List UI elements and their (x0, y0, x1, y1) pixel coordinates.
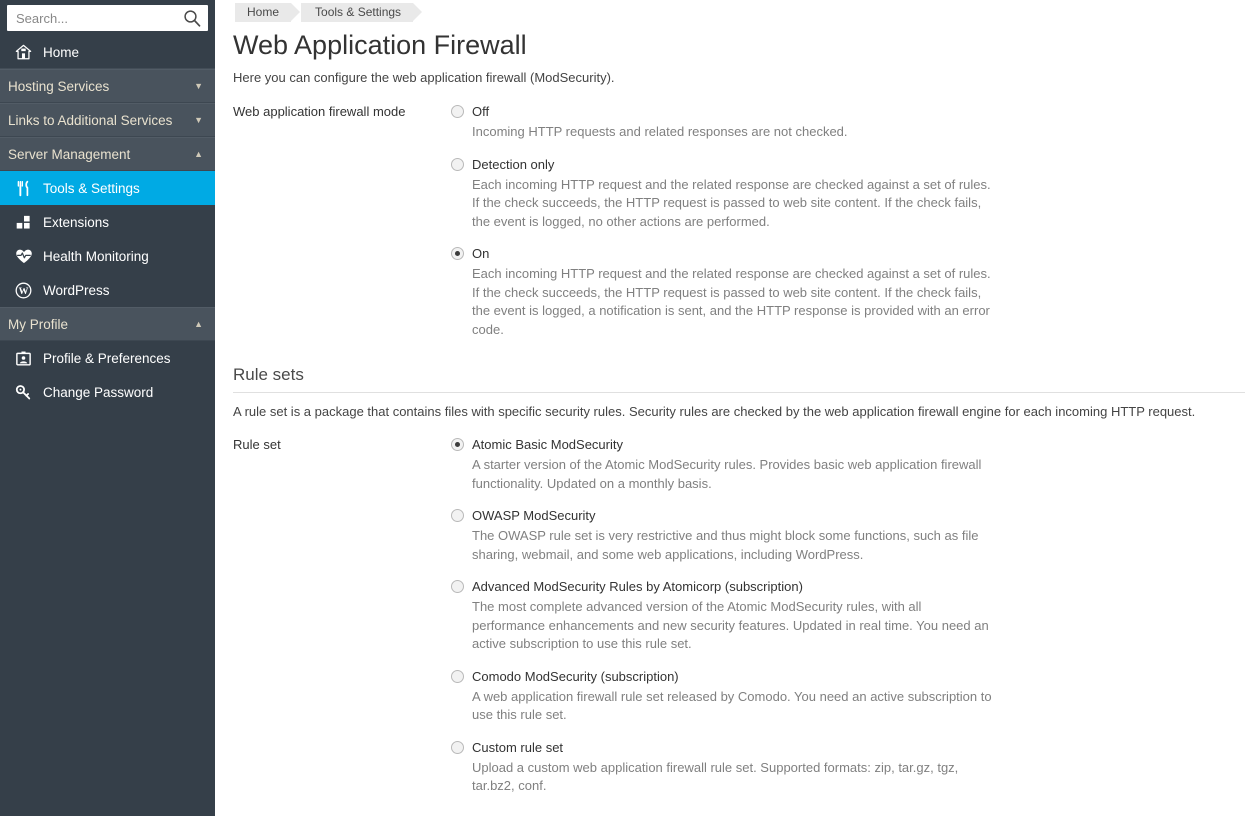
radio-firewall-mode-detection-only-label: Detection only (472, 156, 555, 172)
page-subtitle: Here you can configure the web applicati… (233, 70, 615, 85)
breadcrumb: Home Tools & Settings (233, 0, 1250, 22)
rule-set-custom-row[interactable]: Custom rule set (451, 739, 1250, 756)
breadcrumb-item-home[interactable]: Home (235, 3, 301, 22)
firewall-mode-option-on: On Each incoming HTTP request and the re… (451, 245, 1250, 339)
radio-firewall-mode-detection-only-description: Each incoming HTTP request and the relat… (472, 176, 991, 229)
radio-rule-set-custom-label: Custom rule set (472, 739, 564, 755)
key-icon (15, 384, 42, 401)
wordpress-icon: W (15, 282, 42, 299)
sidebar-item-home[interactable]: Home (0, 37, 215, 69)
radio-rule-set-atomic-basic-label: Atomic Basic ModSecurity (472, 437, 623, 452)
radio-firewall-mode-detection-only[interactable] (451, 157, 464, 171)
search-input[interactable] (7, 5, 208, 31)
firewall-mode-on-row[interactable]: On (451, 245, 1250, 262)
page-title: Web Application Firewall (233, 30, 527, 60)
firewall-mode-detection-only-row[interactable]: Detection only (451, 156, 1250, 173)
sidebar-item-change-password-label: Change Password (43, 384, 154, 400)
sidebar-item-home-label: Home (43, 45, 80, 60)
chevron-up-icon: ▲ (194, 148, 203, 159)
radio-firewall-mode-off[interactable] (451, 105, 464, 118)
firewall-mode-option-detection-only: Detection only Each incoming HTTP reques… (451, 156, 1250, 232)
chevron-down-icon: ▼ (194, 80, 203, 91)
sidebar-item-extensions-label: Extensions (43, 214, 110, 230)
sidebar-section-links-to-additional-services[interactable]: Links to Additional Services ▼ (0, 103, 215, 137)
sidebar-item-health-monitoring-label: Health Monitoring (43, 248, 149, 264)
firewall-mode-row: Web application firewall mode Off Incomi… (233, 103, 1250, 339)
sidebar-item-wordpress[interactable]: W WordPress (0, 273, 215, 307)
radio-rule-set-comodo[interactable] (451, 669, 464, 683)
home-icon (15, 44, 41, 61)
rule-set-row: Rule set Atomic Basic ModSecurity A star… (233, 436, 1250, 796)
chevron-up-icon: ▲ (194, 318, 203, 329)
radio-rule-set-advanced-atomicorp[interactable] (451, 580, 464, 593)
radio-rule-set-advanced-atomicorp-label: Advanced ModSecurity Rules by Atomicorp … (472, 579, 803, 594)
rule-set-option-custom: Custom rule set Upload a custom web appl… (451, 739, 1250, 796)
radio-firewall-mode-off-description: Incoming HTTP requests and related respo… (472, 124, 848, 139)
sidebar-item-wordpress-label: WordPress (43, 282, 110, 298)
svg-text:W: W (19, 286, 29, 297)
radio-firewall-mode-off-label: Off (472, 104, 490, 119)
sidebar-section-links-label: Links to Additional Services (8, 112, 173, 128)
radio-rule-set-comodo-label: Comodo ModSecurity (subscription) (472, 668, 679, 684)
radio-rule-set-advanced-atomicorp-description: The most complete advanced version of th… (472, 599, 989, 651)
rule-set-owasp-row[interactable]: OWASP ModSecurity (451, 507, 1250, 524)
sidebar-section-hosting-services-label: Hosting Services (8, 78, 110, 94)
radio-rule-set-custom-description: Upload a custom web application firewall… (472, 759, 959, 794)
radio-rule-set-owasp-label: OWASP ModSecurity (472, 508, 596, 523)
firewall-mode-options: Off Incoming HTTP requests and related r… (451, 103, 1250, 339)
app-root: Home Hosting Services ▼ Links to Additio… (0, 0, 1250, 816)
tools-icon (15, 180, 42, 197)
sidebar-section-server-management-label: Server Management (8, 146, 131, 162)
radio-rule-set-atomic-basic[interactable] (451, 438, 464, 451)
sidebar-section-my-profile[interactable]: My Profile ▲ (0, 307, 215, 341)
radio-firewall-mode-on-label: On (472, 246, 490, 261)
rule-set-options: Atomic Basic ModSecurity A starter versi… (451, 436, 1250, 796)
sidebar-item-extensions[interactable]: Extensions (0, 205, 215, 239)
radio-firewall-mode-on-description: Each incoming HTTP request and the relat… (472, 266, 991, 337)
firewall-mode-off-row[interactable]: Off (451, 103, 1250, 120)
profile-card-icon (15, 350, 42, 367)
radio-rule-set-atomic-basic-description: A starter version of the Atomic ModSecur… (472, 457, 982, 491)
sidebar-section-server-management[interactable]: Server Management ▲ (0, 137, 215, 171)
firewall-mode-option-off: Off Incoming HTTP requests and related r… (451, 103, 1250, 142)
rule-set-advanced-atomicorp-row[interactable]: Advanced ModSecurity Rules by Atomicorp … (451, 578, 1250, 595)
chevron-down-icon: ▼ (194, 114, 203, 125)
sidebar-item-profile-and-preferences[interactable]: Profile & Preferences (0, 341, 215, 375)
main-content: Home Tools & Settings Web Application Fi… (215, 0, 1250, 816)
sidebar-item-tools-and-settings[interactable]: Tools & Settings (0, 171, 215, 205)
rule-sets-heading: Rule sets (233, 365, 1245, 393)
rule-set-option-owasp: OWASP ModSecurity The OWASP rule set is … (451, 507, 1250, 564)
search-container (0, 0, 215, 37)
rule-set-atomic-basic-row[interactable]: Atomic Basic ModSecurity (451, 436, 1250, 453)
radio-rule-set-comodo-description: A web application firewall rule set rele… (472, 688, 992, 723)
sidebar-section-hosting-services[interactable]: Hosting Services ▼ (0, 69, 215, 103)
breadcrumb-item-tools-and-settings[interactable]: Tools & Settings (301, 3, 423, 22)
radio-firewall-mode-on[interactable] (451, 247, 464, 260)
sidebar-section-my-profile-label: My Profile (8, 316, 69, 332)
rule-set-label: Rule set (233, 437, 281, 452)
sidebar-item-profile-and-preferences-label: Profile & Preferences (43, 350, 171, 366)
rule-set-option-atomic-basic: Atomic Basic ModSecurity A starter versi… (451, 436, 1250, 493)
heart-pulse-icon (15, 248, 42, 265)
sidebar-item-tools-and-settings-label: Tools & Settings (43, 180, 140, 196)
extensions-icon (15, 214, 42, 231)
firewall-mode-label: Web application firewall mode (233, 104, 406, 119)
sidebar: Home Hosting Services ▼ Links to Additio… (0, 0, 215, 816)
rule-set-comodo-row[interactable]: Comodo ModSecurity (subscription) (451, 668, 1250, 685)
sidebar-item-health-monitoring[interactable]: Health Monitoring (0, 239, 215, 273)
rule-set-option-advanced-atomicorp: Advanced ModSecurity Rules by Atomicorp … (451, 578, 1250, 654)
rule-sets-description: A rule set is a package that contains fi… (233, 404, 1196, 419)
rule-set-option-comodo: Comodo ModSecurity (subscription) A web … (451, 668, 1250, 725)
radio-rule-set-custom[interactable] (451, 740, 464, 754)
radio-rule-set-owasp-description: The OWASP rule set is very restrictive a… (472, 528, 979, 562)
sidebar-item-change-password[interactable]: Change Password (0, 375, 215, 409)
radio-rule-set-owasp[interactable] (451, 509, 464, 522)
search-box[interactable] (7, 5, 208, 31)
